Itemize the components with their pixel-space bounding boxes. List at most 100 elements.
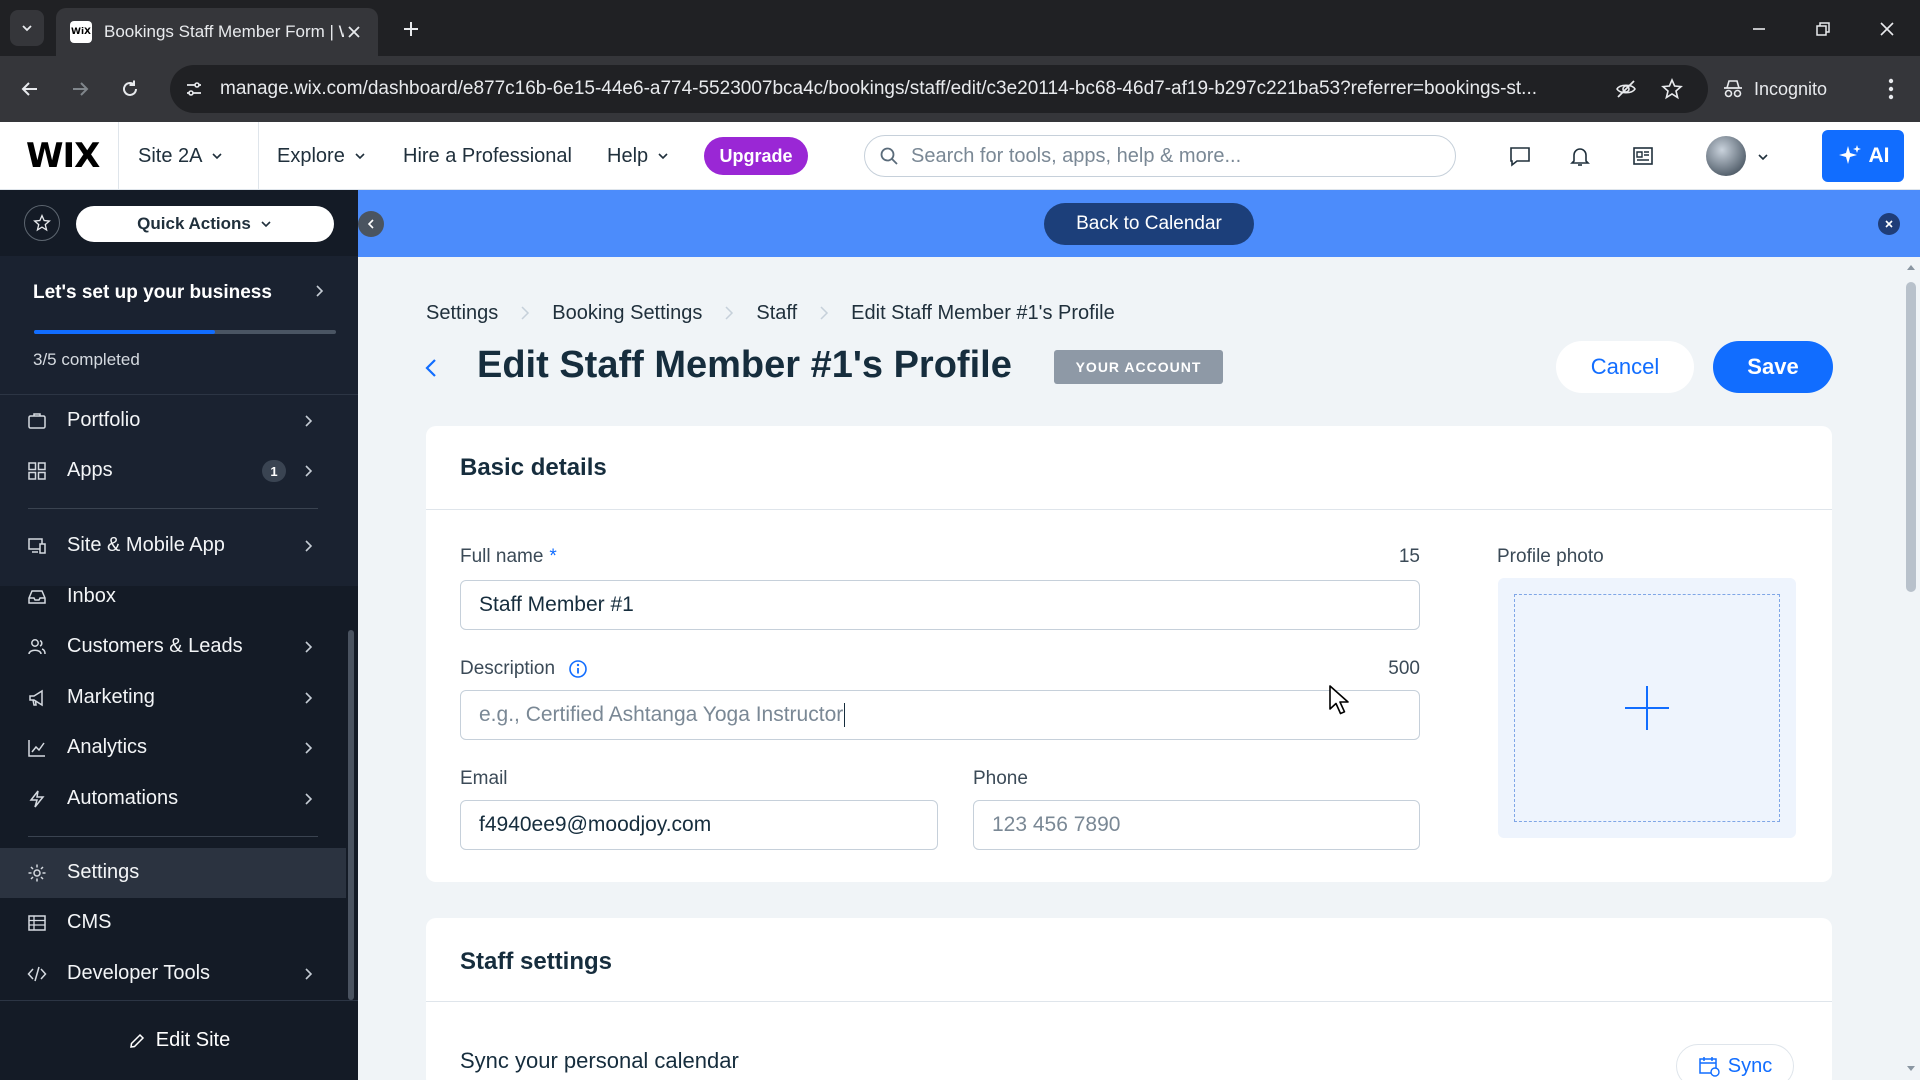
scroll-up-icon[interactable] xyxy=(1906,263,1916,271)
banner-close-button[interactable] xyxy=(1878,213,1900,235)
sidebar-item-label: Portfolio xyxy=(67,409,141,431)
browser-menu-button[interactable] xyxy=(1876,73,1906,105)
site-settings-icon[interactable] xyxy=(180,75,208,103)
minimize-button[interactable] xyxy=(1744,14,1774,44)
hire-professional-link[interactable]: Hire a Professional xyxy=(403,122,572,190)
notifications-button[interactable] xyxy=(1564,140,1596,172)
sidebar-item-label: CMS xyxy=(67,911,112,933)
sync-button[interactable]: Sync xyxy=(1676,1044,1794,1080)
avatar[interactable] xyxy=(1706,136,1746,176)
sidebar-item-settings[interactable]: Settings xyxy=(0,848,346,898)
address-bar[interactable]: manage.wix.com/dashboard/e877c16b-6e15-4… xyxy=(170,65,1708,113)
sidebar-item-site-mobile-app[interactable]: Site & Mobile App xyxy=(0,521,346,571)
browser-tab-active[interactable]: WiX Bookings Staff Member Form | Wix xyxy=(56,8,378,56)
your-account-badge: YOUR ACCOUNT xyxy=(1054,350,1223,384)
sidebar-item-portfolio[interactable]: Portfolio xyxy=(0,396,346,446)
chevron-right-icon xyxy=(820,306,829,320)
eye-off-icon[interactable] xyxy=(1612,75,1640,103)
close-icon xyxy=(1885,220,1893,228)
explore-menu[interactable]: Explore xyxy=(277,122,367,190)
sidebar-item-label: Marketing xyxy=(67,686,155,708)
tab-search-button[interactable] xyxy=(10,10,44,46)
full-name-value: Staff Member #1 xyxy=(479,593,634,616)
sidebar-item-label: Customers & Leads xyxy=(67,635,243,657)
news-button[interactable] xyxy=(1627,140,1659,172)
new-tab-button[interactable] xyxy=(396,14,426,44)
reload-button[interactable] xyxy=(114,73,146,105)
close-window-button[interactable] xyxy=(1872,14,1902,44)
chevron-right-icon xyxy=(305,793,313,805)
phone-input[interactable]: 123 456 7890 xyxy=(973,800,1420,850)
favorites-button[interactable] xyxy=(24,205,60,241)
email-input[interactable]: f4940ee9@moodjoy.com xyxy=(460,800,938,850)
cancel-button[interactable]: Cancel xyxy=(1556,341,1694,393)
plus-icon xyxy=(404,22,418,36)
forward-button[interactable] xyxy=(64,73,96,105)
restore-icon xyxy=(1816,22,1830,36)
description-input[interactable]: e.g., Certified Ashtanga Yoga Instructor xyxy=(460,690,1420,740)
scroll-down-icon[interactable] xyxy=(1906,1065,1916,1073)
arrow-right-icon xyxy=(73,82,89,96)
sidebar-item-label: Analytics xyxy=(67,736,148,758)
sidebar-item-marketing[interactable]: Marketing xyxy=(0,673,346,723)
setup-progress-fill xyxy=(34,330,216,334)
newspaper-icon xyxy=(1633,147,1653,165)
card-header: Staff settings xyxy=(426,918,1832,1002)
chevron-left-icon xyxy=(367,219,374,229)
main-scrollbar-thumb[interactable] xyxy=(1906,282,1916,592)
collapse-sidebar-button[interactable] xyxy=(358,211,384,237)
sidebar-item-cms[interactable]: CMS xyxy=(0,898,346,948)
sidebar-item-apps[interactable]: Apps 1 xyxy=(0,446,346,496)
ai-assistant-button[interactable]: AI xyxy=(1822,130,1904,182)
site-selector[interactable]: Site 2A xyxy=(138,122,224,190)
wix-favicon-icon: WiX xyxy=(70,21,92,43)
back-button[interactable] xyxy=(14,73,46,105)
save-button[interactable]: Save xyxy=(1713,341,1833,393)
restore-button[interactable] xyxy=(1808,14,1838,44)
bookmark-star-icon[interactable] xyxy=(1658,75,1686,103)
help-menu[interactable]: Help xyxy=(607,122,670,190)
sidebar-item-customers-leads[interactable]: Customers & Leads xyxy=(0,622,346,672)
sidebar-item-label: Automations xyxy=(67,787,179,809)
breadcrumb-booking-settings[interactable]: Booking Settings xyxy=(552,302,702,325)
chevron-down-icon[interactable] xyxy=(1756,150,1770,164)
description-char-counter: 500 xyxy=(1388,658,1420,679)
chevron-left-icon xyxy=(425,359,436,377)
sidebar-item-label: Apps xyxy=(67,459,113,481)
megaphone-icon xyxy=(29,689,43,707)
more-vertical-icon xyxy=(1888,78,1894,100)
back-to-calendar-button[interactable]: Back to Calendar xyxy=(1044,203,1254,245)
breadcrumb-settings[interactable]: Settings xyxy=(426,302,498,325)
back-arrow-button[interactable] xyxy=(424,354,446,382)
sidebar-item-analytics[interactable]: Analytics xyxy=(0,723,346,773)
tab-close-button[interactable] xyxy=(344,22,364,42)
wix-logo[interactable]: WIX xyxy=(26,136,100,176)
sidebar-item-inbox[interactable]: Inbox xyxy=(0,572,346,622)
sidebar-item-label: Site & Mobile App xyxy=(67,534,225,556)
incognito-indicator[interactable]: Incognito xyxy=(1722,67,1827,111)
quick-actions-button[interactable]: Quick Actions xyxy=(76,206,334,242)
search-input[interactable]: Search for tools, apps, help & more... xyxy=(864,135,1456,177)
email-label: Email xyxy=(460,768,508,789)
chevron-right-icon xyxy=(305,415,313,427)
upgrade-button[interactable]: Upgrade xyxy=(704,137,808,175)
full-name-input[interactable]: Staff Member #1 xyxy=(460,580,1420,630)
edit-site-button[interactable]: Edit Site xyxy=(0,1000,358,1080)
phone-label: Phone xyxy=(973,768,1028,789)
messages-button[interactable] xyxy=(1504,140,1536,172)
sidebar-item-developer-tools[interactable]: Developer Tools xyxy=(0,949,346,999)
photo-dropzone[interactable] xyxy=(1514,594,1780,822)
profile-photo-upload[interactable] xyxy=(1498,578,1796,838)
sidebar-item-automations[interactable]: Automations xyxy=(0,774,346,824)
back-to-calendar-banner: Back to Calendar xyxy=(358,190,1920,257)
sidebar-scrollbar[interactable] xyxy=(348,630,354,1000)
star-icon xyxy=(33,214,51,232)
info-icon[interactable] xyxy=(568,659,588,679)
breadcrumb-staff[interactable]: Staff xyxy=(756,302,797,325)
setup-title: Let's set up your business xyxy=(33,282,272,303)
plus-icon xyxy=(1625,686,1669,730)
profile-photo-label: Profile photo xyxy=(1497,546,1604,567)
calendar-sync-icon xyxy=(1699,1057,1720,1077)
chevron-right-icon xyxy=(305,641,313,653)
wix-top-bar: WIX Site 2A Explore Hire a Professional … xyxy=(0,122,1920,190)
